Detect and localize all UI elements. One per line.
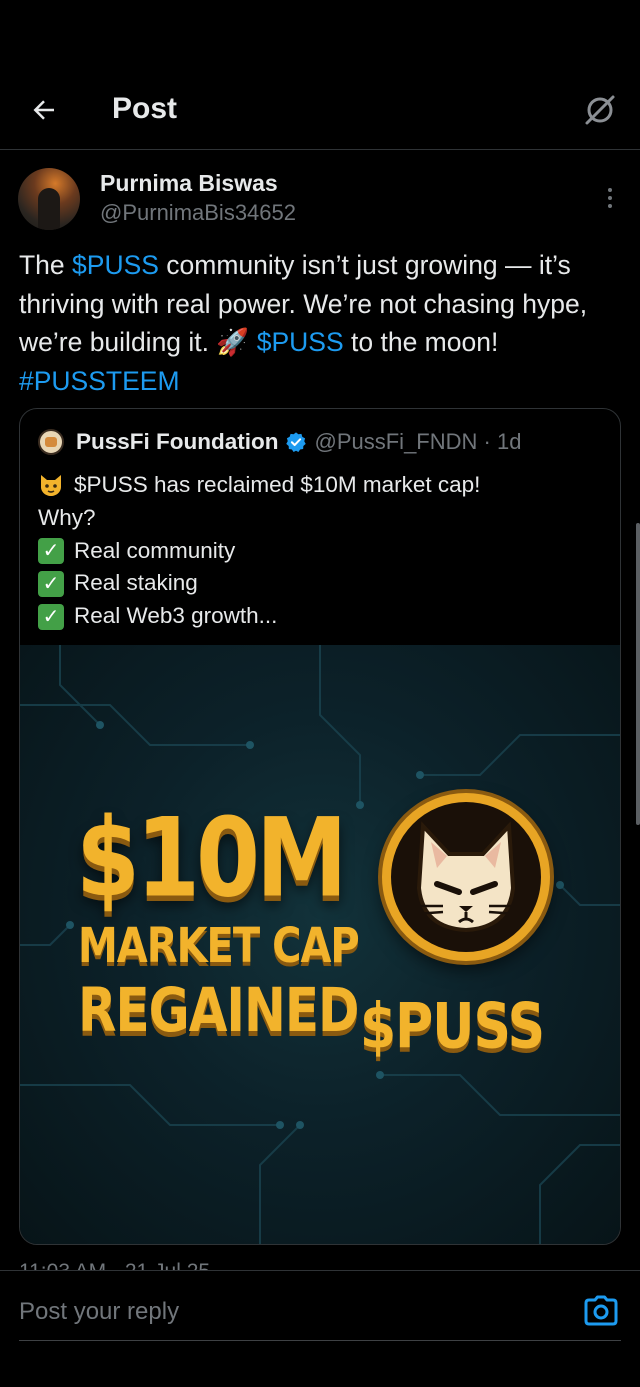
reply-input[interactable] (19, 1295, 559, 1329)
quoted-line-text: Why? (38, 504, 96, 530)
quoted-avatar[interactable] (38, 429, 64, 455)
hashtag-link[interactable]: #PUSSTEEM (19, 366, 180, 396)
page-title: Post (112, 92, 178, 125)
check-item: ✓ Real community (38, 535, 608, 568)
quoted-line: $PUSS has reclaimed $10M market cap! (38, 469, 608, 502)
grok-button[interactable] (578, 88, 622, 132)
image-caption-line1: MARKET CAP (78, 919, 360, 975)
quoted-post-header: PussFi Foundation @PussFi_FNDN · 1d (38, 427, 521, 457)
image-amount-text: $10M (76, 795, 348, 922)
quoted-post[interactable]: PussFi Foundation @PussFi_FNDN · 1d $PUS… (19, 408, 621, 1245)
cashtag-link[interactable]: $PUSS (72, 250, 159, 280)
quoted-line: Why? (38, 502, 608, 535)
check-mark-icon: ✓ (38, 603, 64, 630)
avatar[interactable] (18, 168, 80, 230)
quoted-handle-time: @PussFi_FNDN · 1d (314, 429, 522, 454)
verified-badge-icon (285, 432, 306, 452)
more-vertical-icon (608, 188, 612, 208)
back-button[interactable] (22, 88, 66, 132)
check-item-label: Real community (74, 537, 236, 563)
check-mark-icon: ✓ (38, 537, 64, 564)
top-bar: Post (0, 70, 640, 150)
check-item: ✓ Real Web3 growth... (38, 600, 608, 633)
image-caption-line2: REGAINED (78, 975, 360, 1046)
image-ticker-text: $PUSS (360, 991, 545, 1063)
cat-face-emoji (41, 475, 61, 497)
author-name[interactable]: Purnima Biswas (100, 170, 278, 197)
camera-button[interactable] (584, 1295, 618, 1327)
camera-icon (584, 1295, 618, 1326)
check-item: ✓ Real staking (38, 567, 608, 600)
post-body: The $PUSS community isn’t just growing —… (19, 246, 625, 400)
reply-bar (0, 1270, 640, 1387)
reply-underline (19, 1340, 621, 1341)
check-item-label: Real Web3 growth... (74, 603, 278, 629)
scrollbar[interactable] (636, 523, 640, 825)
more-options-button[interactable] (598, 178, 622, 218)
post-text-part: to the moon! (343, 327, 499, 357)
quoted-media-image[interactable]: $10M MARKET CAP REGAINED $PUSS (20, 645, 620, 1244)
cat-coin-logo (382, 793, 550, 961)
author-handle[interactable]: @PurnimaBis34652 (100, 200, 296, 226)
quoted-author-name: PussFi Foundation (76, 429, 279, 454)
arrow-left-icon (33, 100, 54, 120)
post-author: Purnima Biswas @PurnimaBis34652 (18, 168, 622, 234)
cashtag-link[interactable]: $PUSS (257, 327, 344, 357)
quoted-line-text: $PUSS has reclaimed $10M market cap! (74, 472, 481, 497)
post-text-part: The (19, 250, 73, 280)
check-mark-icon: ✓ (38, 570, 64, 597)
check-item-label: Real staking (74, 570, 198, 596)
grok-icon (585, 95, 615, 125)
cat-face-icon (414, 821, 518, 933)
quoted-post-text: $PUSS has reclaimed $10M market cap! Why… (38, 469, 608, 633)
